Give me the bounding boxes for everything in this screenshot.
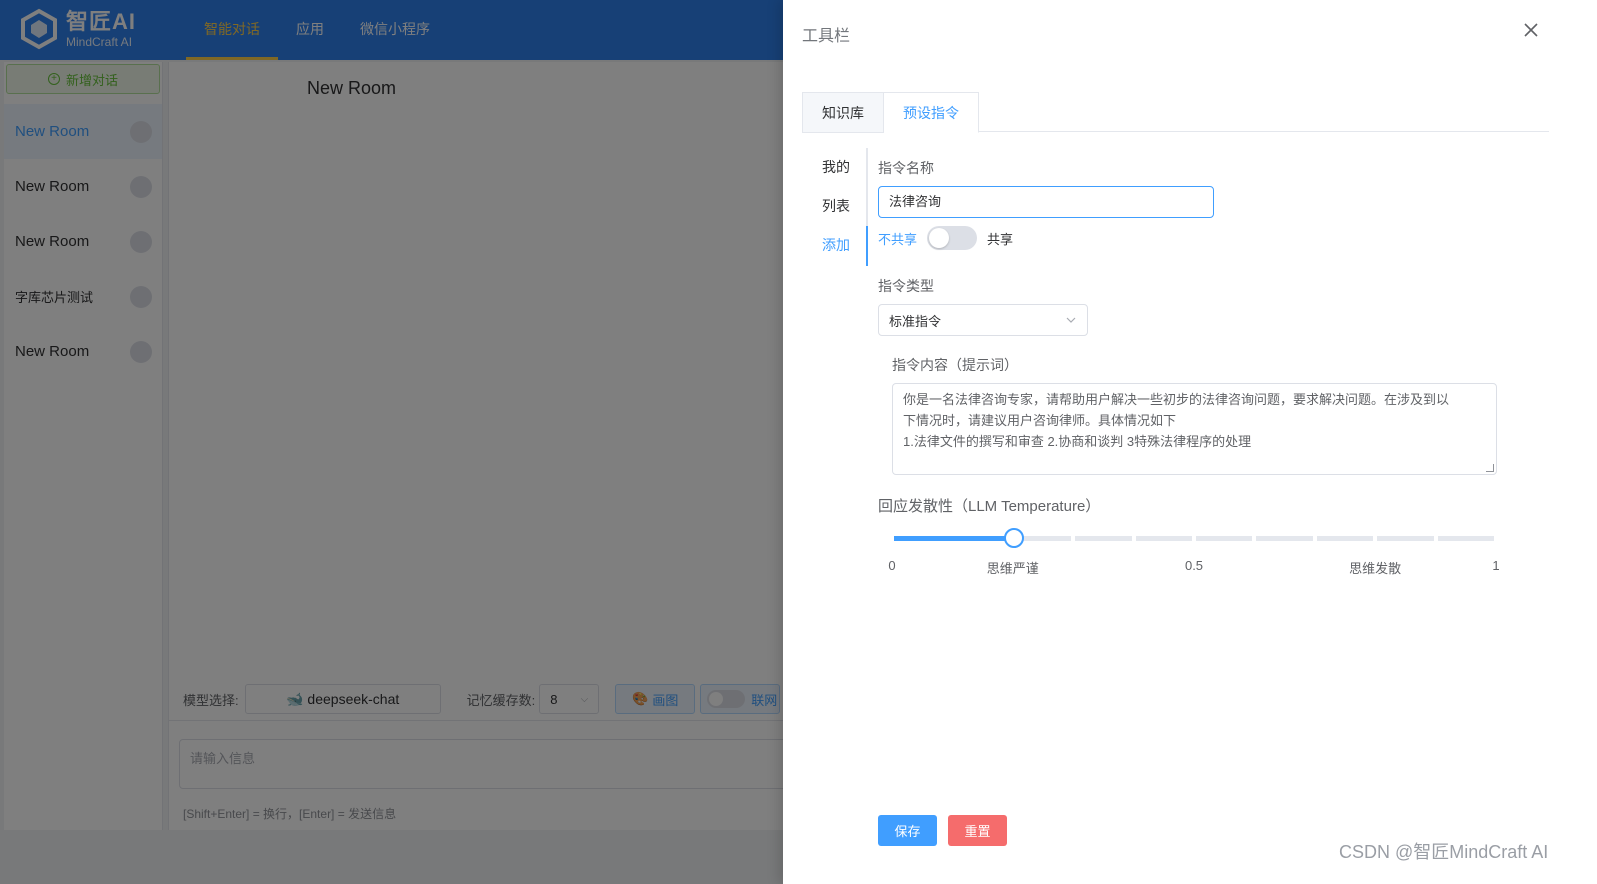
share-switch[interactable] bbox=[927, 226, 978, 250]
side-tab-add[interactable]: 添加 bbox=[807, 226, 866, 265]
slider-mark: 0.5 bbox=[1184, 558, 1204, 573]
slider-segment bbox=[1316, 536, 1374, 541]
resize-handle[interactable] bbox=[1486, 464, 1494, 472]
save-button[interactable]: 保存 bbox=[878, 815, 937, 846]
content-line: 下情况时，请建议用户咨询律师。具体情况如下 bbox=[903, 413, 1177, 428]
side-tab-indicator bbox=[866, 226, 868, 266]
slider-segment bbox=[1256, 536, 1313, 541]
content-line: 1.法律文件的撰写和审查 2.协商和谈判 3特殊法律程序的处理 bbox=[903, 434, 1252, 449]
slider-mark: 思维严谨 bbox=[986, 561, 1039, 576]
prompt-name-input[interactable]: 法律咨询 bbox=[878, 186, 1214, 218]
side-tab-mine[interactable]: 我的 bbox=[807, 148, 866, 187]
slider-thumb[interactable] bbox=[1004, 528, 1024, 548]
watermark: CSDN @智匠MindCraft AI bbox=[1339, 842, 1549, 862]
content-label: 指令内容（提示词） bbox=[892, 357, 1018, 373]
side-tab-list[interactable]: 列表 bbox=[807, 187, 866, 226]
tab-knowledge-base[interactable]: 知识库 bbox=[802, 92, 884, 133]
slider-segment bbox=[1135, 536, 1192, 541]
slider-mark: 思维发散 bbox=[1349, 561, 1402, 576]
chevron-down-icon bbox=[1066, 317, 1076, 323]
prompt-type-select[interactable]: 标准指令 bbox=[878, 304, 1088, 336]
slider-segment bbox=[1377, 536, 1434, 541]
slider-mark: 0 bbox=[888, 558, 896, 573]
preset-side-tabs: 我的 列表 添加 bbox=[807, 148, 868, 266]
toolbar-drawer: 工具栏 知识库 预设指令 我的 列表 添加 指令名称 法律咨询 不共享 共享 指… bbox=[783, 0, 1597, 884]
slider-mark: 1 bbox=[1492, 558, 1500, 573]
prompt-name-value: 法律咨询 bbox=[889, 194, 942, 209]
reset-button[interactable]: 重置 bbox=[948, 815, 1007, 846]
slider-fill bbox=[894, 536, 1014, 541]
slider-segment bbox=[1075, 536, 1132, 541]
tab-preset-prompts[interactable]: 预设指令 bbox=[884, 92, 979, 133]
slider-segment bbox=[1196, 536, 1253, 541]
share-off-label[interactable]: 不共享 bbox=[878, 229, 917, 248]
name-label: 指令名称 bbox=[878, 160, 934, 176]
prompt-content-textarea[interactable]: 你是一名法律咨询专家，请帮助用户解决一些初步的法律咨询问题，要求解决问题。在涉及… bbox=[892, 383, 1497, 475]
temperature-slider[interactable] bbox=[894, 528, 1494, 548]
close-icon[interactable] bbox=[1521, 20, 1541, 40]
share-on-label[interactable]: 共享 bbox=[987, 229, 1013, 248]
temperature-label: 回应发散性（LLM Temperature） bbox=[878, 498, 1101, 515]
drawer-title: 工具栏 bbox=[802, 28, 851, 45]
share-toggle-row: 不共享 共享 bbox=[878, 226, 1013, 250]
slider-segment bbox=[1437, 536, 1494, 541]
modal-overlay[interactable] bbox=[0, 0, 783, 884]
content-line: 你是一名法律咨询专家，请帮助用户解决一些初步的法律咨询问题，要求解决问题。在涉及… bbox=[903, 392, 1450, 407]
prompt-type-value: 标准指令 bbox=[889, 313, 942, 329]
type-label: 指令类型 bbox=[878, 278, 934, 294]
drawer-tabs: 知识库 预设指令 bbox=[802, 92, 1549, 133]
